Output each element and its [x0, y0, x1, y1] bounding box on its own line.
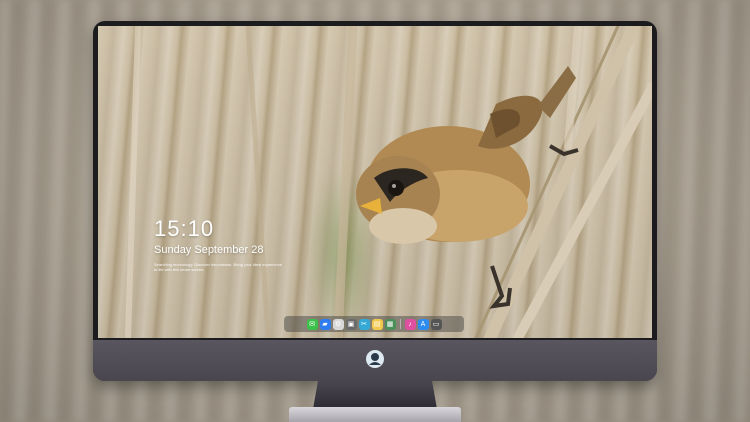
music-icon[interactable]: ♪	[404, 318, 416, 330]
display-icon[interactable]: ▭	[430, 318, 442, 330]
monitor-stand-neck	[313, 381, 437, 409]
files-icon[interactable]: ▰	[319, 318, 331, 330]
lock-screen-clock: 15:10	[154, 216, 215, 241]
terminal-icon[interactable]: ▣	[345, 318, 357, 330]
dock: ✉ ▰ ⚙ ▣ ✂ ▤ ▦ ♪ A ▭	[284, 316, 464, 332]
lock-screen-date: Sunday September 28	[154, 244, 264, 256]
clapper-icon[interactable]: ✂	[358, 318, 370, 330]
dock-separator	[399, 319, 401, 329]
notes-icon[interactable]: ▤	[371, 318, 383, 330]
wallpaper-bird-image	[125, 26, 652, 338]
monitor-stand-base	[289, 407, 461, 422]
lock-screen[interactable]: 15:10 Sunday September 28 Searching tech…	[98, 26, 652, 338]
monitor-logo-icon	[366, 350, 384, 368]
settings-icon[interactable]: ⚙	[332, 318, 344, 330]
monitor-chin	[93, 340, 657, 381]
app-store-icon[interactable]: A	[417, 318, 429, 330]
monitor: 15:10 Sunday September 28 Searching tech…	[93, 21, 657, 381]
messages-icon[interactable]: ✉	[306, 318, 318, 330]
photos-icon[interactable]: ▦	[384, 318, 396, 330]
lock-screen-caption: Searching technology. Discover innovatio…	[154, 262, 282, 272]
